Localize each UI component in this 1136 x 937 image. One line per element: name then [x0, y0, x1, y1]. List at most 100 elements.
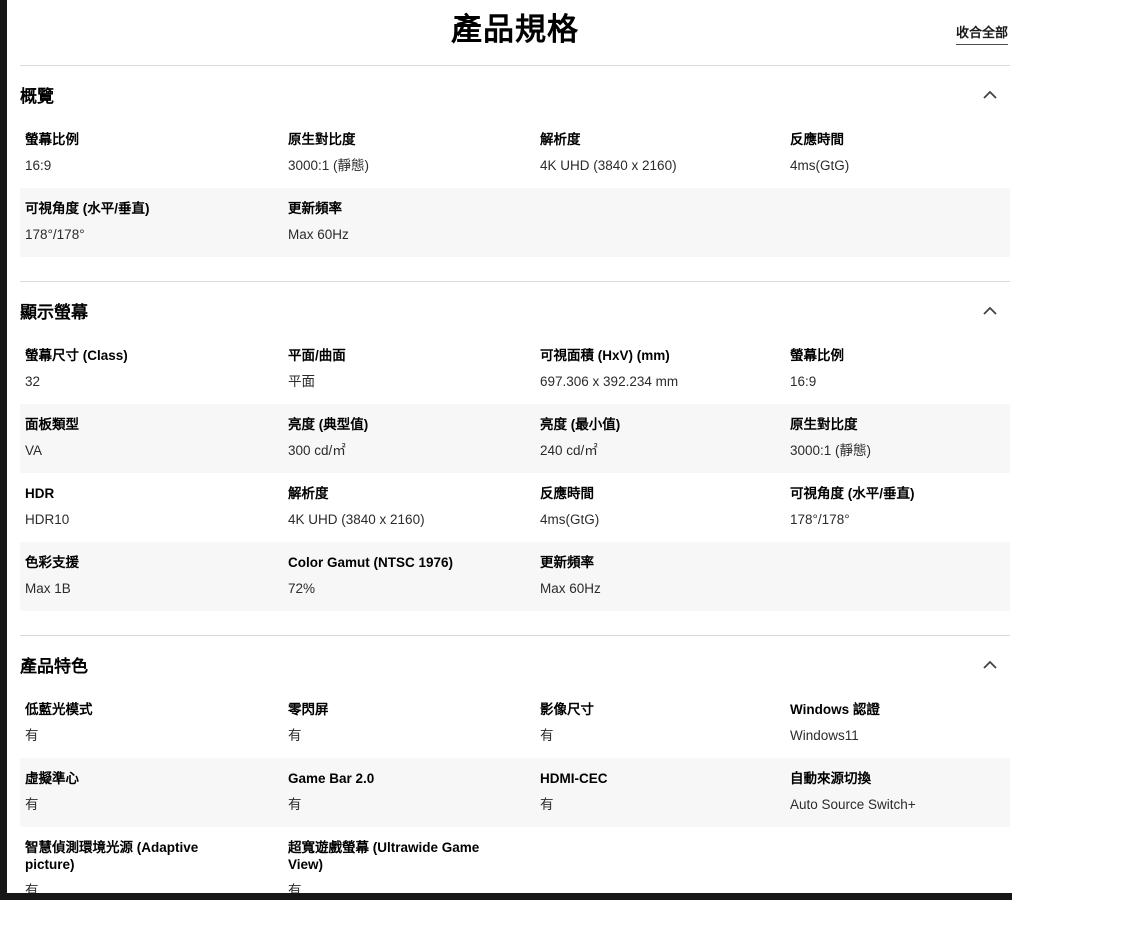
spec-cell: 螢幕比例 16:9 [785, 335, 1010, 404]
spec-row: 虛擬準心有 Game Bar 2.0 有 HDMI-CEC 有 自動來源切換 Auto So… [20, 758, 1010, 827]
spec-value: 16:9 [790, 373, 955, 390]
spec-value: 有 [540, 796, 730, 813]
spec-row: 螢幕尺寸 (Class) 32 平面/曲面平面可視面積 (HxV) (mm) 697.… [20, 335, 1010, 404]
spec-cell: 解析度4K UHD (3840 x 2160) [283, 473, 535, 542]
spec-cell: 亮度 (典型值)300 cd/㎡ [283, 404, 535, 473]
spec-cell: 虛擬準心有 [20, 758, 283, 827]
spec-label: 自動來源切換 [790, 770, 955, 787]
spec-label: 零閃屏 [288, 701, 480, 718]
spec-value: 4ms(GtG) [790, 157, 955, 174]
spec-value: 有 [25, 727, 228, 744]
spec-cell: Color Gamut (NTSC 1976) 72% [283, 542, 535, 611]
spec-row: 可視角度 (水平/垂直) 178°/178° 更新頻率 Max 60Hz [20, 188, 1010, 257]
spec-cell: 更新頻率 Max 60Hz [283, 188, 535, 257]
spec-label: 更新頻率 [288, 200, 480, 217]
spec-value: Max 1B [25, 580, 228, 597]
spec-cell: 解析度 4K UHD (3840 x 2160) [535, 119, 785, 188]
spec-value: Windows11 [790, 727, 955, 744]
page-title: 產品規格 [20, 0, 1010, 50]
spec-label: 面板類型 [25, 416, 228, 433]
spec-label: 螢幕比例 [790, 347, 955, 364]
section-title: 產品特色 [20, 652, 88, 677]
spec-cell: 反應時間 4ms(GtG) [785, 119, 1010, 188]
spec-row: 色彩支援 Max 1B Color Gamut (NTSC 1976) 72% 更新頻率… [20, 542, 1010, 611]
spec-cell: 色彩支援 Max 1B [20, 542, 283, 611]
spec-label: 可視面積 (HxV) (mm) [540, 347, 730, 364]
spec-label: 解析度 [288, 485, 480, 502]
spec-cell: 面板類型 VA [20, 404, 283, 473]
section-header: 顯示螢幕 [20, 282, 1010, 335]
spec-cell: 原生對比度 3000:1 (靜態) [785, 404, 1010, 473]
chevron-up-icon [982, 658, 998, 671]
spec-value: 4K UHD (3840 x 2160) [540, 157, 730, 174]
spec-value: 697.306 x 392.234 mm [540, 373, 730, 390]
spec-label: 解析度 [540, 131, 730, 148]
spec-label: 可視角度 (水平/垂直) [790, 485, 955, 502]
spec-value: 3000:1 (靜態) [790, 442, 955, 459]
spec-value: 3000:1 (靜態) [288, 157, 480, 174]
spec-value: 178°/178° [790, 511, 955, 528]
spec-cell: 平面/曲面平面 [283, 335, 535, 404]
chevron-up-icon [982, 304, 998, 317]
spec-value: Auto Source Switch+ [790, 796, 955, 813]
spec-cell: HDR HDR10 [20, 473, 283, 542]
spec-value: 32 [25, 373, 228, 390]
spec-label: 反應時間 [790, 131, 955, 148]
spec-label: 反應時間 [540, 485, 730, 502]
section-toggle-button[interactable] [978, 84, 1002, 105]
spec-label: HDMI-CEC [540, 770, 730, 787]
spec-cell: 零閃屏有 [283, 689, 535, 758]
spec-section: 概覽螢幕比例16:9 原生對比度 3000:1 (靜態) 解析度 4K UHD (384… [20, 66, 1010, 257]
spec-value: Max 60Hz [288, 226, 480, 243]
spec-row: 低藍光模式有零閃屏有影像尺寸有Windows 認證Windows11 [20, 689, 1010, 758]
section-header: 概覽 [20, 66, 1010, 119]
spec-cell: 可視角度 (水平/垂直) 178°/178° [785, 473, 1010, 542]
spec-cell: 可視角度 (水平/垂直) 178°/178° [20, 188, 283, 257]
spec-label: 可視角度 (水平/垂直) [25, 200, 228, 217]
spec-label: 螢幕比例 [25, 131, 228, 148]
spec-row: 智慧偵測環境光源 (Adaptive picture)有超寬遊戲螢幕 (Ultr… [20, 827, 1010, 913]
spec-label: 色彩支援 [25, 554, 228, 571]
section-title: 概覽 [20, 82, 54, 107]
spec-cell: 原生對比度 3000:1 (靜態) [283, 119, 535, 188]
spec-cell: 螢幕比例16:9 [20, 119, 283, 188]
spec-value: 有 [288, 727, 480, 744]
spec-value: 178°/178° [25, 226, 228, 243]
spec-section: 顯示螢幕螢幕尺寸 (Class) 32 平面/曲面平面可視面積 (HxV) (mm)… [20, 281, 1010, 611]
spec-cell: 智慧偵測環境光源 (Adaptive picture)有 [20, 827, 283, 913]
spec-value: 240 cd/㎡ [540, 442, 730, 459]
spec-label: HDR [25, 485, 228, 502]
spec-cell: 超寬遊戲螢幕 (Ultrawide Game View)有 [283, 827, 535, 913]
spec-value: HDR10 [25, 511, 228, 528]
spec-page: 產品規格 收合全部 概覽螢幕比例 16:9 原生對比度 3000:1 (靜態) 解析度 4… [20, 0, 1010, 937]
spec-label: 超寬遊戲螢幕 (Ultrawide Game View) [288, 839, 480, 873]
section-header: 產品特色 [20, 636, 1010, 689]
spec-label: Game Bar 2.0 [288, 770, 480, 787]
spec-label: Color Gamut (NTSC 1976) [288, 554, 480, 571]
spec-row: 面板類型 VA 亮度 (典型值)300 cd/㎡亮度 (最小值)240 cd/㎡原生… [20, 404, 1010, 473]
spec-label: 智慧偵測環境光源 (Adaptive picture) [25, 839, 228, 873]
spec-cell: 反應時間 4ms(GtG) [535, 473, 785, 542]
spec-value: 有 [288, 796, 480, 813]
spec-value: 4ms(GtG) [540, 511, 730, 528]
spec-value: 平面 [288, 373, 480, 390]
spec-value: 有 [540, 727, 730, 744]
spec-row: 螢幕比例16:9 原生對比度 3000:1 (靜態) 解析度 4K UHD (3840 … [20, 119, 1010, 188]
spec-cell: 亮度 (最小值)240 cd/㎡ [535, 404, 785, 473]
spec-label: 螢幕尺寸 (Class) [25, 347, 228, 364]
spec-cell: 螢幕尺寸 (Class) 32 [20, 335, 283, 404]
section-toggle-button[interactable] [978, 654, 1002, 675]
collapse-all-link[interactable]: 收合全部 [956, 22, 1008, 45]
spec-label: 原生對比度 [790, 416, 955, 433]
spec-cell: 低藍光模式有 [20, 689, 283, 758]
spec-label: 原生對比度 [288, 131, 480, 148]
spec-value: 72% [288, 580, 480, 597]
section-toggle-button[interactable] [978, 300, 1002, 321]
spec-cell: 可視面積 (HxV) (mm) 697.306 x 392.234 mm [535, 335, 785, 404]
screen-edge-left [0, 0, 7, 900]
spec-value: VA [25, 442, 228, 459]
spec-label: 影像尺寸 [540, 701, 730, 718]
spec-cell: Windows 認證Windows11 [785, 689, 1010, 758]
page-header: 產品規格 收合全部 [20, 0, 1010, 66]
spec-label: 更新頻率 [540, 554, 730, 571]
